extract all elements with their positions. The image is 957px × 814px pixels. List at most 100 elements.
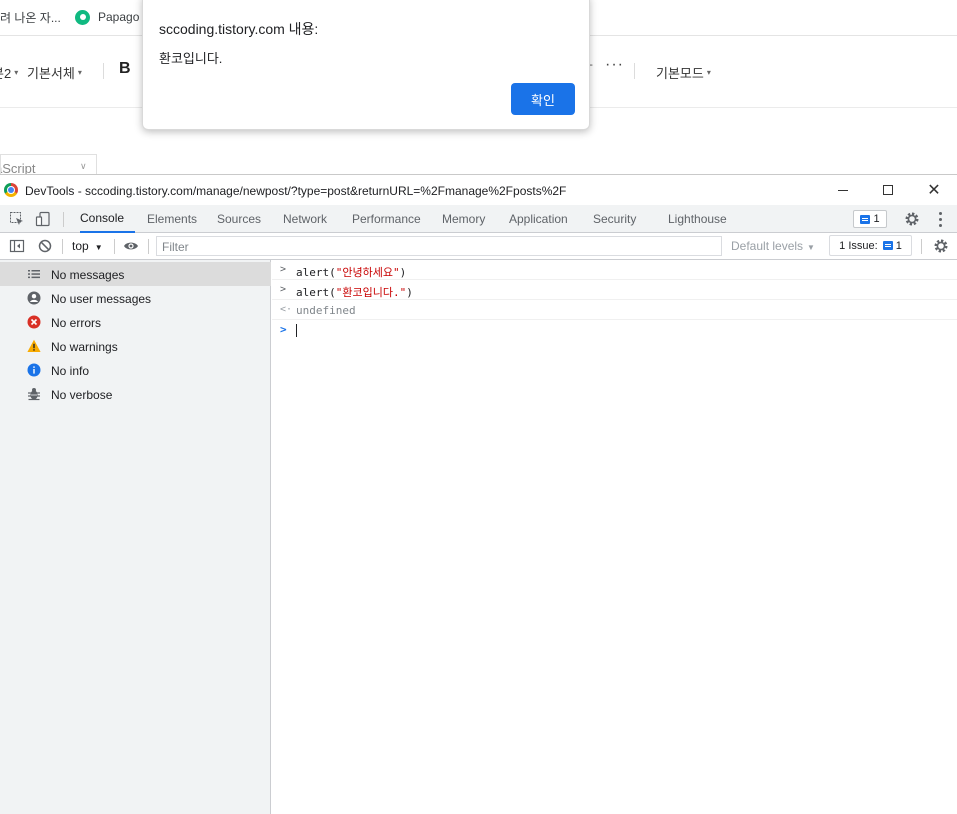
chrome-icon [4,183,18,197]
prompt-chevron-icon: > [280,323,287,336]
font-family-select[interactable]: 기본서체 ▾ [27,63,82,82]
maximize-icon [883,185,893,195]
tab-memory[interactable]: Memory [442,205,485,233]
chevron-down-icon: ▾ [77,68,82,77]
toolbar-divider [62,239,63,254]
list-icon [28,270,40,279]
message-icon [882,241,893,250]
close-icon: ✕ [927,182,941,199]
tab-console[interactable]: Console [80,205,135,233]
close-button[interactable]: ✕ [911,175,957,205]
tab-performance[interactable]: Performance [352,205,421,233]
tab-elements[interactable]: Elements [147,205,197,233]
sidebar-item-label: No info [51,364,90,378]
code-string: "안녕하세요" [335,266,400,279]
issues-button-count: 1 [895,239,902,252]
font-size-select[interactable]: 본2▾ [0,63,18,82]
chevron-down-icon: ∨ [80,161,87,171]
message-icon [860,214,871,224]
minimize-icon [838,189,848,191]
sidebar-item-messages[interactable]: No messages [0,262,271,286]
code-string: "환코입니다." [335,286,407,299]
font-family-label: 기본서체 [27,66,75,81]
console-code: alert("안녕하세요") [296,264,406,280]
console-code: alert("환코입니다.") [296,284,413,300]
tab-network[interactable]: Network [283,205,327,233]
warning-icon [27,339,41,352]
filter-input[interactable]: Filter [156,236,722,256]
tab-security[interactable]: Security [593,205,636,233]
devtools-tabs: Console Elements Sources Network Perform… [0,205,957,233]
sidebar-item-label: No warnings [51,340,118,354]
info-icon [27,363,41,377]
tab-lighthouse[interactable]: Lighthouse [668,205,727,233]
bold-button[interactable]: B [119,60,131,78]
console-input-line[interactable]: > alert("안녕하세요") [272,260,957,280]
sidebar-item-info[interactable]: No info [0,358,271,382]
sidebar-item-label: No messages [51,268,125,282]
tabs-divider [63,212,64,227]
issues-badge[interactable]: 1 [853,210,887,228]
tab-sources[interactable]: Sources [217,205,261,233]
console-output[interactable]: > alert("안녕하세요") > alert("환코입니다.") <· un… [272,260,957,814]
bookmark-papago[interactable]: Papago [75,0,139,34]
chevron-down-icon: ▾ [14,68,19,77]
console-input-line[interactable]: > alert("환코입니다.") [272,280,957,300]
dropdown-arrow-icon: ▼ [807,243,815,252]
issues-button-label: 1 Issue: [839,239,878,252]
alert-ok-button[interactable]: 확인 [511,83,575,115]
screen: 려 나온 자... Papago 본2▾ 기본서체▾ B + ··· 기본모드▾… [0,0,957,814]
bug-icon [28,388,40,401]
chevron-right-icon: > [280,284,287,295]
console-prompt[interactable]: > [272,320,957,340]
context-select[interactable]: top ▼ [72,239,103,253]
settings-gear-icon[interactable] [904,211,920,227]
toolbar-divider [148,239,149,254]
toolbar-divider [634,63,635,79]
sidebar-item-verbose[interactable]: No verbose [0,382,271,406]
issues-badge-count: 1 [873,213,880,225]
return-arrow-icon: <· [280,304,293,315]
console-toolbar: top ▼ Filter Default levels ▼ 1 Issue: 1 [0,233,957,260]
devtools-title: DevTools - sccoding.tistory.com/manage/n… [25,184,567,198]
sidebar-item-warnings[interactable]: No warnings [0,334,271,358]
toggle-sidebar-icon[interactable] [9,238,25,254]
live-expression-eye-icon[interactable] [123,238,139,254]
context-label: top [72,239,89,253]
clear-console-icon[interactable] [37,238,53,254]
toolbar-divider [103,63,104,79]
sidebar-item-errors[interactable]: No errors [0,310,271,334]
code-paren: ) [399,266,407,279]
console-result-line: <· undefined [272,300,957,320]
issues-button[interactable]: 1 Issue: 1 [829,235,912,256]
code-language-select[interactable]: aScript ∨ [0,154,97,176]
minimize-button[interactable] [820,175,866,205]
more-options-icon[interactable] [934,210,946,228]
sidebar-item-user-messages[interactable]: No user messages [0,286,271,310]
console-settings-gear-icon[interactable] [933,238,949,254]
toolbar-divider [114,239,115,254]
editor-mode-select[interactable]: 기본모드 ▾ [656,63,711,82]
papago-icon [75,9,90,25]
error-icon [27,315,41,329]
code-paren: ) [406,286,413,299]
sidebar-item-label: No errors [51,316,102,330]
code-fn: alert( [296,286,336,299]
devtools-titlebar: DevTools - sccoding.tistory.com/manage/n… [0,175,957,205]
inspect-element-icon[interactable] [9,211,25,227]
bookmark-item[interactable]: 려 나온 자... [0,0,61,34]
device-toolbar-icon[interactable] [35,211,51,227]
user-icon [27,291,41,305]
more-button[interactable]: ··· [605,56,624,74]
sidebar-item-label: No user messages [51,292,152,306]
dropdown-arrow-icon: ▼ [94,243,103,252]
maximize-button[interactable] [865,175,911,205]
log-levels-select[interactable]: Default levels ▼ [731,239,815,253]
bookmark-label: 려 나온 자... [0,10,61,25]
log-levels-label: Default levels [731,239,804,253]
console-sidebar: No messages No user messages No errors N… [0,260,271,814]
sidebar-item-label: No verbose [51,388,113,402]
tab-application[interactable]: Application [509,205,568,233]
bookmark-label: Papago [98,10,140,24]
code-fn: alert( [296,266,336,279]
